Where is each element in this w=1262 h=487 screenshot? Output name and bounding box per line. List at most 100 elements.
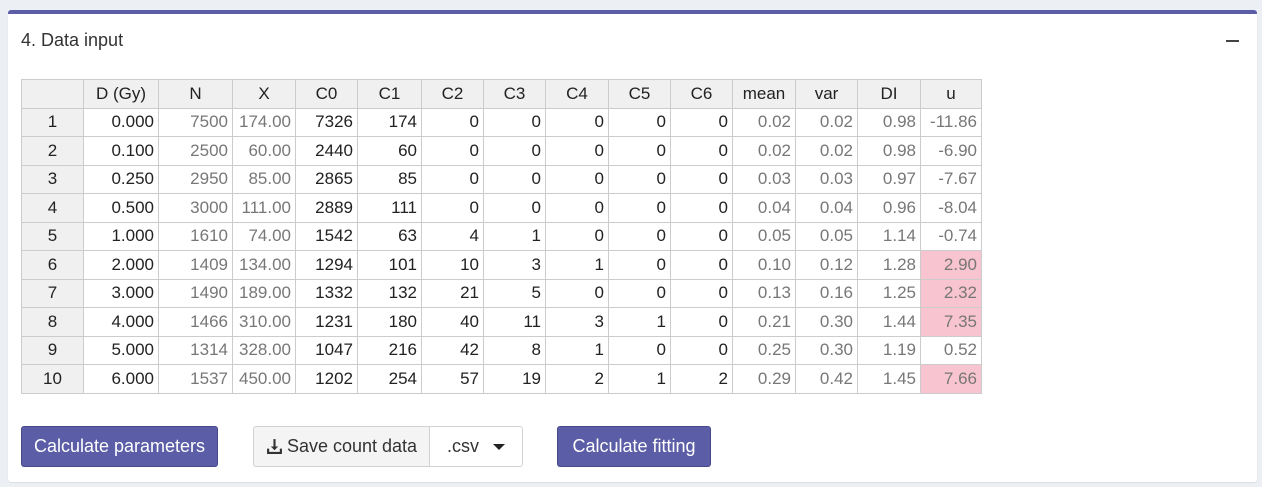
table-cell[interactable]: 0 (608, 335, 671, 365)
column-header[interactable]: C3 (483, 79, 546, 109)
table-cell[interactable]: 1.000 (83, 221, 159, 251)
table-cell[interactable]: 1 (483, 221, 546, 251)
table-cell[interactable]: 5 (483, 278, 546, 308)
table-cell[interactable]: 0.100 (83, 136, 159, 166)
column-header[interactable]: C2 (421, 79, 484, 109)
table-cell[interactable]: 1294 (295, 250, 358, 280)
table-cell[interactable]: 0 (670, 136, 733, 166)
table-cell[interactable]: 0 (608, 278, 671, 308)
table-cell[interactable]: 1 (608, 307, 671, 337)
table-cell[interactable]: 3.000 (83, 278, 159, 308)
column-header[interactable]: D (Gy) (83, 79, 159, 109)
table-cell[interactable]: 21 (421, 278, 484, 308)
table-cell[interactable]: 111 (357, 193, 422, 223)
table-cell[interactable]: 0 (483, 107, 546, 137)
table-cell[interactable]: 0 (483, 193, 546, 223)
table-cell[interactable]: 0 (608, 164, 671, 194)
table-cell[interactable]: 7326 (295, 107, 358, 137)
table-cell[interactable]: 10 (421, 250, 484, 280)
table-cell[interactable]: 2865 (295, 164, 358, 194)
table-cell[interactable]: 0 (421, 136, 484, 166)
table-cell[interactable]: 6.000 (83, 364, 159, 394)
table-cell[interactable]: 2 (670, 364, 733, 394)
column-header[interactable]: C4 (545, 79, 609, 109)
column-header[interactable]: u (920, 79, 982, 109)
row-header: 5 (21, 221, 84, 251)
table-cell[interactable]: 0 (545, 164, 609, 194)
table-cell[interactable]: 2440 (295, 136, 358, 166)
table-cell[interactable]: 0.500 (83, 193, 159, 223)
column-header[interactable]: C0 (295, 79, 358, 109)
table-cell[interactable]: 254 (357, 364, 422, 394)
column-header[interactable]: C6 (670, 79, 733, 109)
table-cell[interactable]: 0 (545, 107, 609, 137)
table-cell[interactable]: 1332 (295, 278, 358, 308)
table-cell[interactable]: 1231 (295, 307, 358, 337)
table-cell[interactable]: 0 (670, 307, 733, 337)
table-cell[interactable]: 0 (670, 193, 733, 223)
table-cell[interactable]: 0 (670, 164, 733, 194)
column-header[interactable]: C5 (608, 79, 671, 109)
table-cell[interactable]: 2.000 (83, 250, 159, 280)
table-cell[interactable]: 0.250 (83, 164, 159, 194)
table-cell[interactable]: 132 (357, 278, 422, 308)
table-cell[interactable]: 1 (545, 250, 609, 280)
table-cell[interactable]: 3 (483, 250, 546, 280)
table-cell[interactable]: 63 (357, 221, 422, 251)
column-header[interactable]: N (158, 79, 233, 109)
table-cell[interactable]: 0 (483, 164, 546, 194)
table-cell[interactable]: 0 (545, 193, 609, 223)
column-header[interactable]: DI (857, 79, 921, 109)
calculate-fitting-button[interactable]: Calculate fitting (557, 426, 711, 467)
table-cell[interactable]: 1 (608, 364, 671, 394)
table-cell[interactable]: 0 (483, 136, 546, 166)
table-cell[interactable]: 42 (421, 335, 484, 365)
table-cell[interactable]: 0 (545, 221, 609, 251)
table-cell[interactable]: 3 (545, 307, 609, 337)
table-cell[interactable]: 0 (608, 193, 671, 223)
table-cell[interactable]: 4 (421, 221, 484, 251)
table-cell[interactable]: 1047 (295, 335, 358, 365)
table-cell[interactable]: 0 (421, 164, 484, 194)
table-cell[interactable]: 4.000 (83, 307, 159, 337)
table-cell[interactable]: 0 (670, 335, 733, 365)
table-cell[interactable]: 0 (608, 136, 671, 166)
table-cell[interactable]: 0 (545, 136, 609, 166)
table-cell[interactable]: 11 (483, 307, 546, 337)
column-header[interactable]: X (232, 79, 296, 109)
table-cell[interactable]: 60 (357, 136, 422, 166)
column-header[interactable]: var (795, 79, 858, 109)
table-cell[interactable]: 0 (421, 107, 484, 137)
table-cell[interactable]: 0 (421, 193, 484, 223)
table-cell[interactable]: 0.000 (83, 107, 159, 137)
table-cell[interactable]: 0 (608, 250, 671, 280)
table-cell[interactable]: 180 (357, 307, 422, 337)
table-cell[interactable]: 0 (608, 221, 671, 251)
calculate-parameters-button[interactable]: Calculate parameters (21, 426, 218, 467)
table-cell[interactable]: 19 (483, 364, 546, 394)
table-cell[interactable]: 0 (670, 250, 733, 280)
format-select[interactable]: .csv (429, 426, 523, 467)
column-header[interactable]: C1 (357, 79, 422, 109)
table-cell[interactable]: 1542 (295, 221, 358, 251)
table-cell[interactable]: 0 (670, 107, 733, 137)
table-cell[interactable]: 1202 (295, 364, 358, 394)
table-cell[interactable]: 8 (483, 335, 546, 365)
column-header[interactable]: mean (732, 79, 796, 109)
table-cell[interactable]: 0 (545, 278, 609, 308)
table-cell[interactable]: 57 (421, 364, 484, 394)
table-cell[interactable]: 1 (545, 335, 609, 365)
table-cell[interactable]: 0 (670, 278, 733, 308)
table-cell[interactable]: 101 (357, 250, 422, 280)
table-cell[interactable]: 0 (670, 221, 733, 251)
table-cell[interactable]: 0 (608, 107, 671, 137)
save-count-data-button[interactable]: Save count data (253, 426, 430, 467)
table-cell[interactable]: 174 (357, 107, 422, 137)
table-cell[interactable]: 216 (357, 335, 422, 365)
table-cell[interactable]: 2 (545, 364, 609, 394)
table-cell[interactable]: 40 (421, 307, 484, 337)
table-cell[interactable]: 5.000 (83, 335, 159, 365)
collapse-button[interactable] (1219, 30, 1247, 52)
table-cell[interactable]: 85 (357, 164, 422, 194)
table-cell[interactable]: 2889 (295, 193, 358, 223)
